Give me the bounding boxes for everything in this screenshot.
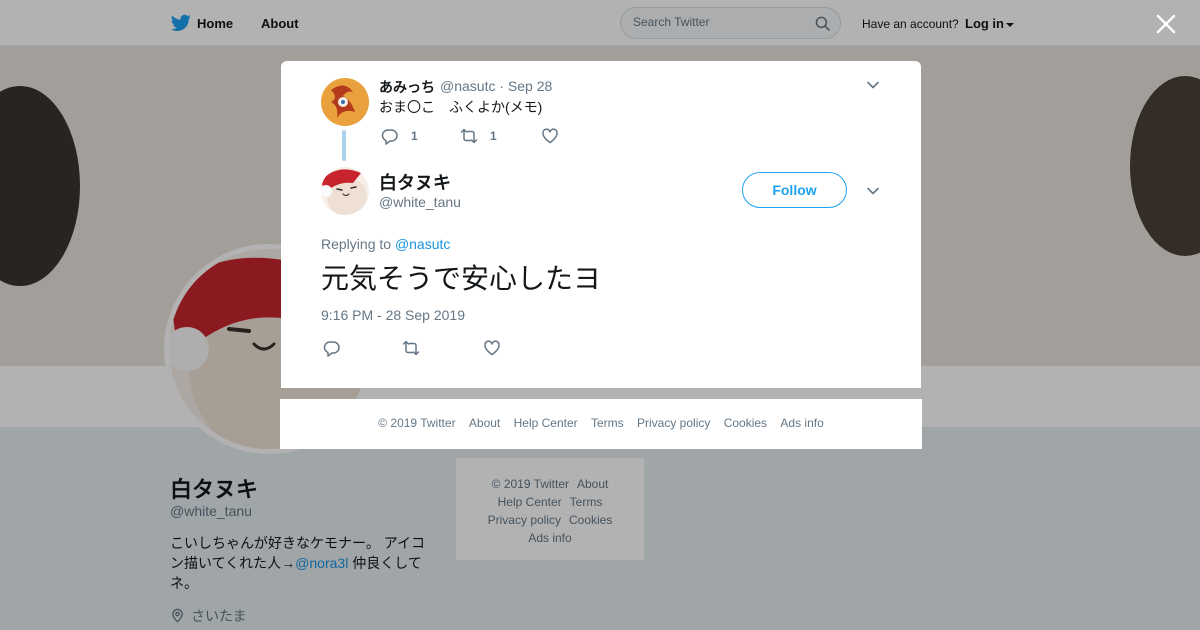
chevron-down-icon[interactable]: [866, 184, 880, 198]
retweet-icon: [402, 340, 420, 356]
close-icon[interactable]: [1155, 13, 1177, 35]
context-tweet-text: おま〇こ ふくよか(メモ): [379, 99, 543, 115]
modal-footer-terms-link[interactable]: Terms: [591, 416, 624, 430]
author-handle[interactable]: @white_tanu: [379, 194, 461, 210]
retweet-button[interactable]: [402, 339, 420, 357]
like-button[interactable]: [483, 339, 501, 357]
tweet-timestamp[interactable]: 9:16 PM - 28 Sep 2019: [321, 307, 465, 323]
like-icon: [542, 128, 558, 144]
context-author-handle[interactable]: @nasutc · Sep 28: [440, 78, 552, 94]
context-avatar-image: [321, 78, 369, 126]
reply-icon: [323, 341, 340, 357]
context-retweet-count: 1: [490, 129, 497, 143]
modal-footer-help-link[interactable]: Help Center: [514, 416, 578, 430]
modal-footer-cookies-link[interactable]: Cookies: [724, 416, 767, 430]
context-avatar[interactable]: [321, 78, 369, 126]
context-reply-button[interactable]: 1: [381, 127, 418, 145]
reply-button[interactable]: [323, 339, 341, 357]
author-avatar-image: [321, 167, 369, 215]
reply-icon: [381, 129, 398, 145]
retweet-icon: [460, 128, 478, 144]
context-author-name[interactable]: あみっち: [379, 77, 435, 97]
modal-footer-privacy-link[interactable]: Privacy policy: [637, 416, 710, 430]
replying-to: Replying to @nasutc: [321, 236, 450, 252]
modal-footer-copyright: © 2019 Twitter: [378, 416, 456, 430]
replying-prefix: Replying to: [321, 236, 395, 252]
modal-footer-ads-link[interactable]: Ads info: [780, 416, 823, 430]
author-avatar[interactable]: [321, 167, 369, 215]
chevron-down-icon[interactable]: [866, 78, 880, 92]
context-like-button[interactable]: [541, 127, 559, 145]
replying-to-link[interactable]: @nasutc: [395, 236, 450, 252]
like-icon: [484, 340, 500, 356]
tweet-text: 元気そうで安心したヨ: [321, 263, 602, 294]
context-reply-count: 1: [411, 129, 418, 143]
tweet-modal: あみっち @nasutc · Sep 28 おま〇こ ふくよか(メモ) 1 1 …: [281, 61, 921, 388]
author-name[interactable]: 白タヌキ: [379, 169, 451, 195]
thread-connector: [342, 130, 346, 161]
context-retweet-button[interactable]: 1: [460, 127, 497, 145]
follow-button[interactable]: Follow: [742, 172, 847, 208]
modal-footer: © 2019 Twitter About Help Center Terms P…: [280, 399, 922, 449]
modal-footer-about-link[interactable]: About: [469, 416, 500, 430]
